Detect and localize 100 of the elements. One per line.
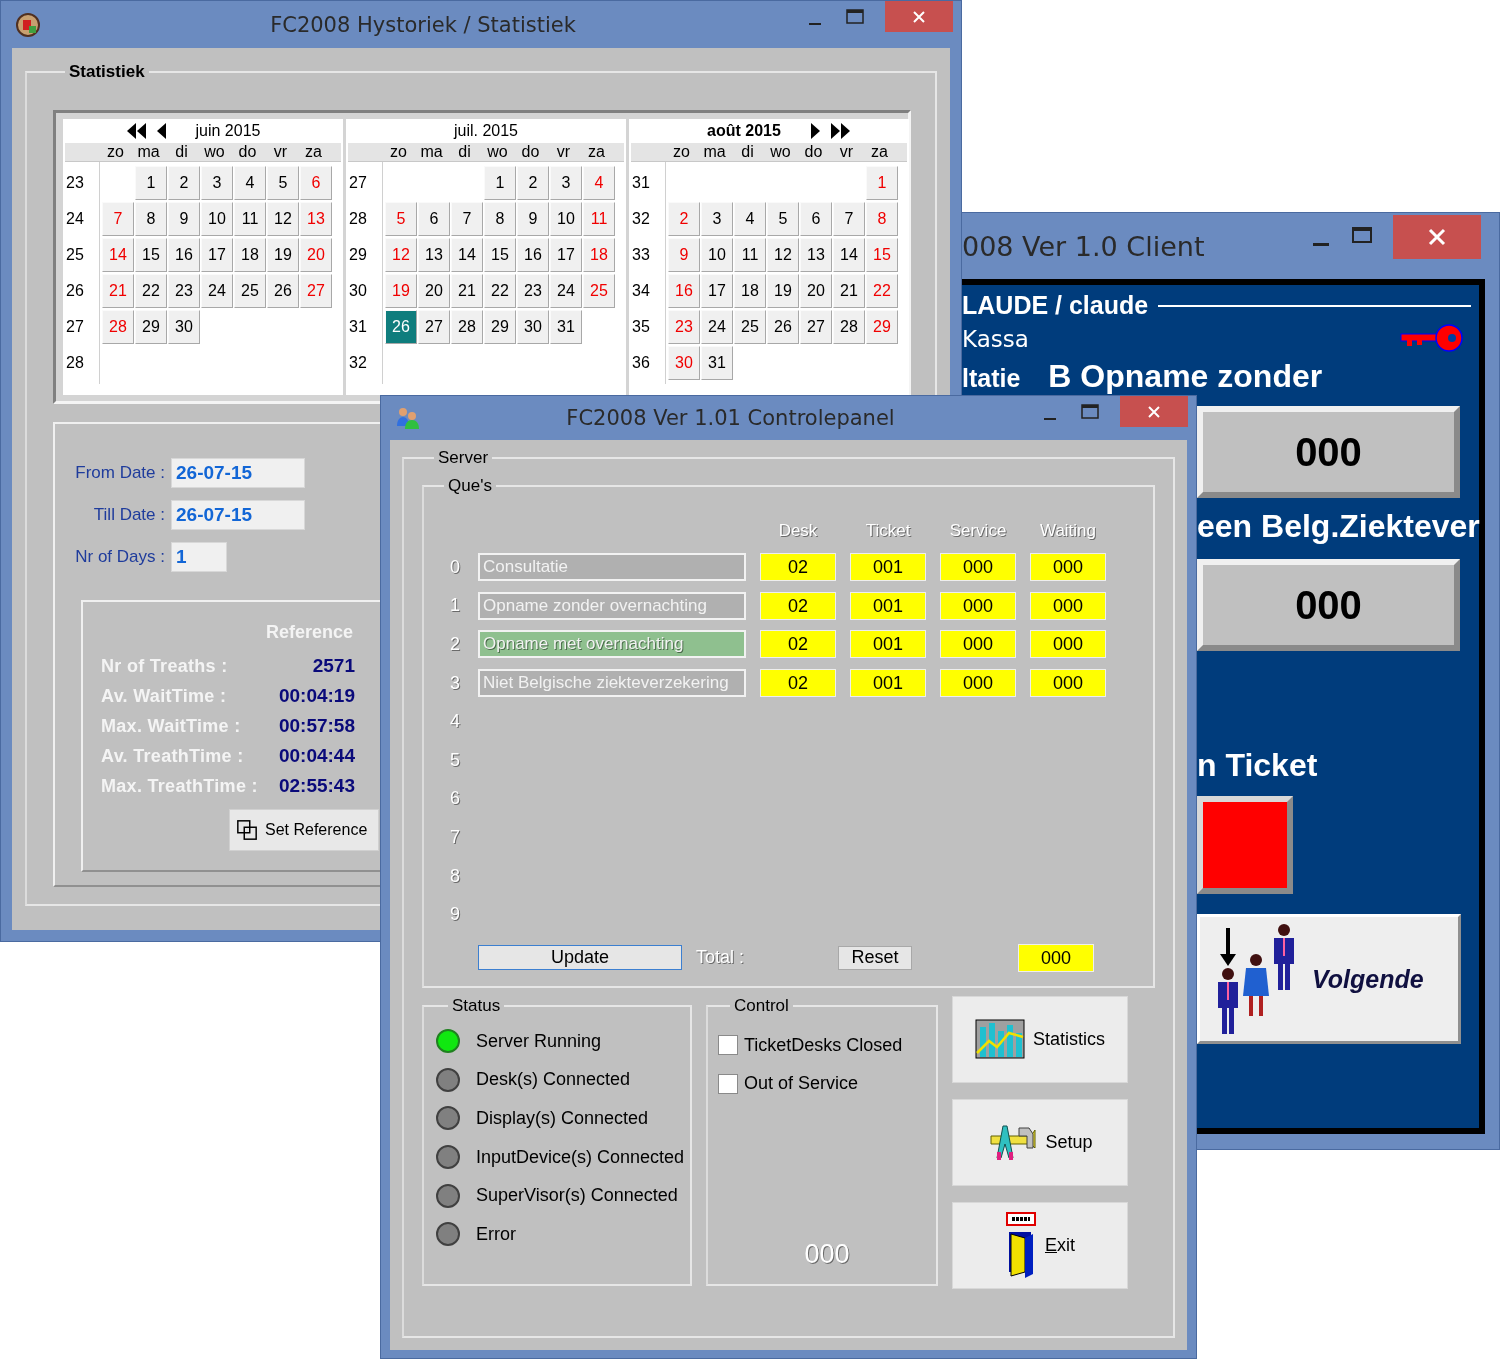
exit-button[interactable]: Exit [952,1201,1128,1289]
day-cell[interactable]: 29 [484,310,516,344]
day-cell[interactable]: 28 [833,310,865,344]
day-cell[interactable]: 22 [866,274,898,308]
day-cell[interactable]: 6 [800,202,832,236]
day-cell[interactable]: 21 [102,274,134,308]
day-cell[interactable]: 5 [267,166,299,200]
day-cell[interactable]: 25 [734,310,766,344]
day-cell[interactable]: 4 [234,166,266,200]
day-cell[interactable]: 9 [168,202,200,236]
day-cell[interactable]: 27 [300,274,332,308]
day-cell[interactable]: 18 [583,238,615,272]
day-cell[interactable]: 30 [168,310,200,344]
day-cell[interactable]: 27 [418,310,450,344]
day-cell[interactable]: 18 [234,238,266,272]
day-cell[interactable]: 5 [767,202,799,236]
day-cell[interactable]: 10 [550,202,582,236]
day-cell[interactable]: 19 [385,274,417,308]
day-cell[interactable]: 27 [800,310,832,344]
day-cell[interactable]: 1 [866,166,898,200]
day-cell[interactable]: 18 [734,274,766,308]
day-cell[interactable]: 17 [550,238,582,272]
double-left-arrow-icon[interactable] [125,122,148,140]
day-cell[interactable]: 4 [734,202,766,236]
day-cell[interactable]: 31 [701,346,733,380]
checkbox-label[interactable]: Out of Service [744,1073,859,1095]
maximize-icon[interactable] [1351,225,1373,245]
day-cell[interactable]: 24 [201,274,233,308]
day-cell[interactable]: 20 [418,274,450,308]
day-cell[interactable]: 8 [135,202,167,236]
day-cell[interactable]: 2 [168,166,200,200]
day-cell[interactable]: 17 [701,274,733,308]
day-cell[interactable]: 10 [201,202,233,236]
day-cell[interactable]: 1 [484,166,516,200]
day-cell[interactable]: 2 [668,202,700,236]
update-button[interactable]: Update [478,945,682,971]
next-button[interactable]: Volgende [1197,914,1461,1044]
day-cell[interactable]: 29 [866,310,898,344]
day-cell[interactable]: 19 [267,238,299,272]
day-cell[interactable]: 12 [767,238,799,272]
checkbox[interactable] [718,1035,738,1056]
left-arrow-icon[interactable] [155,122,168,140]
day-cell[interactable]: 26 [385,310,417,344]
day-cell[interactable]: 22 [135,274,167,308]
maximize-icon[interactable] [1080,402,1100,422]
day-cell[interactable]: 14 [102,238,134,272]
day-cell[interactable]: 9 [517,202,549,236]
day-cell[interactable]: 24 [550,274,582,308]
day-cell[interactable]: 22 [484,274,516,308]
day-cell[interactable]: 12 [385,238,417,272]
close-button[interactable] [885,1,953,32]
day-cell[interactable]: 17 [201,238,233,272]
day-cell[interactable]: 23 [668,310,700,344]
day-cell[interactable]: 20 [300,238,332,272]
day-cell[interactable]: 20 [800,274,832,308]
day-cell[interactable]: 12 [267,202,299,236]
day-cell[interactable]: 16 [668,274,700,308]
day-cell[interactable]: 13 [800,238,832,272]
day-cell[interactable]: 25 [234,274,266,308]
day-cell[interactable]: 30 [517,310,549,344]
day-cell[interactable]: 16 [168,238,200,272]
day-cell[interactable]: 3 [701,202,733,236]
day-cell[interactable]: 6 [418,202,450,236]
day-cell[interactable]: 7 [102,202,134,236]
day-cell[interactable]: 29 [135,310,167,344]
day-cell[interactable]: 11 [234,202,266,236]
input-field[interactable]: 1 [171,542,227,572]
input-field[interactable]: 26-07-15 [171,458,305,488]
day-cell[interactable]: 5 [385,202,417,236]
day-cell[interactable]: 7 [451,202,483,236]
day-cell[interactable]: 15 [484,238,516,272]
day-cell[interactable]: 31 [550,310,582,344]
day-cell[interactable]: 25 [583,274,615,308]
day-cell[interactable]: 2 [517,166,549,200]
day-cell[interactable]: 7 [833,202,865,236]
setup-button[interactable]: Setup [952,1098,1128,1186]
day-cell[interactable]: 26 [267,274,299,308]
day-cell[interactable]: 28 [102,310,134,344]
day-cell[interactable]: 1 [135,166,167,200]
day-cell[interactable]: 23 [168,274,200,308]
day-cell[interactable]: 14 [451,238,483,272]
close-button[interactable] [1120,396,1188,427]
checkbox-label[interactable]: TicketDesks Closed [744,1034,903,1056]
day-cell[interactable]: 19 [767,274,799,308]
reset-button[interactable]: Reset [838,945,912,970]
day-cell[interactable]: 15 [135,238,167,272]
day-cell[interactable]: 3 [201,166,233,200]
day-cell[interactable]: 11 [583,202,615,236]
maximize-icon[interactable] [845,7,865,27]
day-cell[interactable]: 10 [701,238,733,272]
input-field[interactable]: 26-07-15 [171,500,305,530]
day-cell[interactable]: 8 [484,202,516,236]
close-button[interactable] [1393,215,1481,259]
day-cell[interactable]: 21 [833,274,865,308]
day-cell[interactable]: 6 [300,166,332,200]
day-cell[interactable]: 16 [517,238,549,272]
day-cell[interactable]: 13 [418,238,450,272]
day-cell[interactable]: 13 [300,202,332,236]
day-cell[interactable]: 24 [701,310,733,344]
double-right-arrow-icon[interactable] [828,122,851,140]
